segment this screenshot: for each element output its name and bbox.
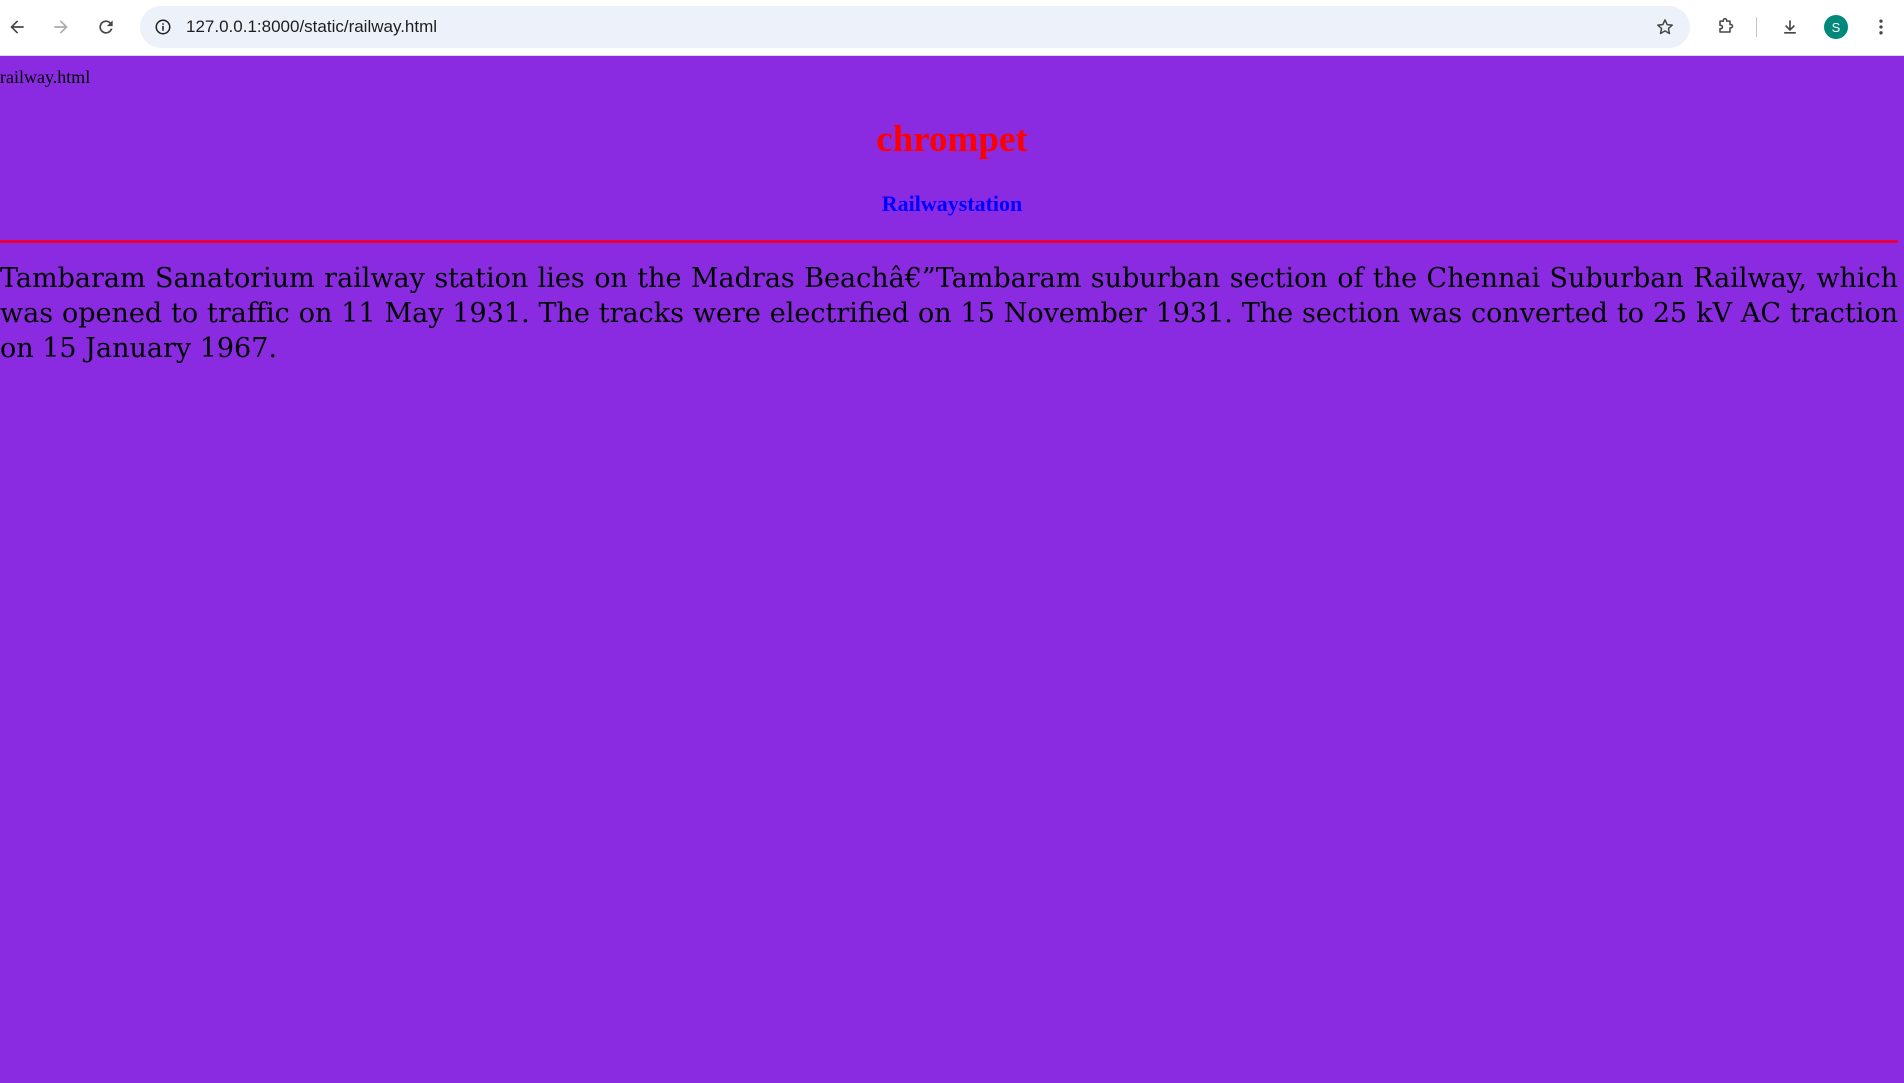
page-title: chrompet bbox=[876, 119, 1028, 160]
site-info-button[interactable] bbox=[148, 12, 178, 42]
page-content: railway.html chrompet Railwaystation Tam… bbox=[0, 56, 1904, 1083]
profile-avatar[interactable]: S bbox=[1824, 15, 1848, 39]
forward-arrow-icon bbox=[54, 20, 68, 34]
download-icon bbox=[1784, 20, 1796, 34]
downloads-button[interactable] bbox=[1773, 10, 1807, 44]
site-info-icon bbox=[155, 19, 171, 35]
extensions-icon bbox=[1719, 17, 1734, 33]
browser-toolbar: 127.0.0.1:8000/static/railway.html S bbox=[0, 0, 1904, 56]
reload-icon bbox=[99, 20, 113, 34]
back-arrow-icon bbox=[10, 20, 24, 34]
toolbar-divider bbox=[1756, 17, 1757, 37]
horizontal-rule bbox=[0, 240, 1898, 243]
description-paragraph: Tambaram Sanatorium railway station lies… bbox=[0, 263, 1898, 364]
address-bar[interactable]: 127.0.0.1:8000/static/railway.html bbox=[140, 6, 1690, 48]
page-subtitle: Railwaystation bbox=[881, 191, 1023, 216]
extensions-button[interactable] bbox=[1708, 10, 1742, 44]
back-button[interactable] bbox=[0, 10, 34, 44]
forward-button[interactable] bbox=[44, 10, 78, 44]
bookmark-button[interactable] bbox=[1650, 12, 1680, 42]
menu-button[interactable] bbox=[1864, 10, 1898, 44]
url-text[interactable]: 127.0.0.1:8000/static/railway.html bbox=[186, 6, 1586, 48]
reload-button[interactable] bbox=[89, 10, 123, 44]
file-label: railway.html bbox=[0, 67, 91, 87]
more-vert-icon bbox=[1879, 19, 1883, 35]
bookmark-star-icon bbox=[1657, 19, 1673, 35]
